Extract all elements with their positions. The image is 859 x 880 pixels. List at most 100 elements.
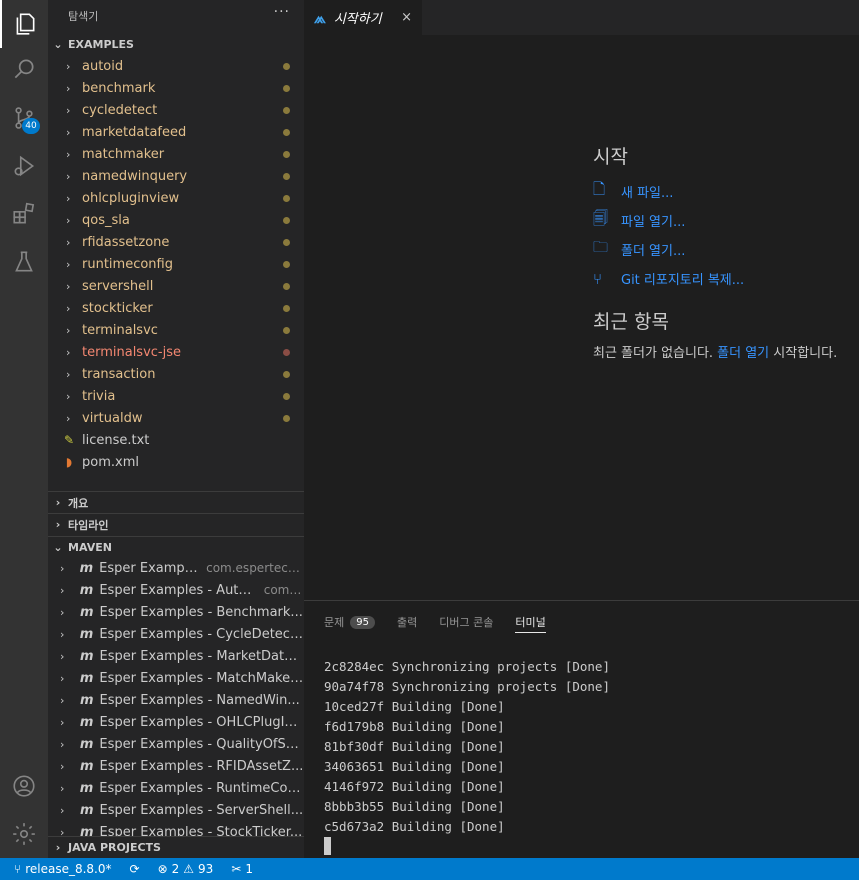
folder-label: stockticker [82,300,153,316]
chevron-right-icon: › [66,169,71,183]
status-dot [283,194,290,202]
folder-row[interactable]: › matchmaker [48,143,304,165]
tab-welcome[interactable]: ⩕ 시작하기 × [304,0,422,35]
settings-gear-icon[interactable] [0,810,48,858]
link-label: 새 파일... [621,186,674,201]
maven-section-header[interactable]: ⌄ MAVEN [48,536,304,558]
more-actions-icon[interactable]: ··· [274,4,290,20]
explorer-icon[interactable] [0,0,48,48]
open-file-link[interactable]: 🗐 파일 열기... [593,206,837,235]
status-dot [283,348,290,356]
java-projects-section-header[interactable]: › JAVA PROJECTS [48,836,304,858]
new-file-link[interactable]: 🗋 새 파일... [593,177,837,206]
tab-problems[interactable]: 문제 95 [324,611,375,633]
maven-project-row[interactable]: › m Esper Examples - MatchMaker... [48,667,304,689]
folder-label: terminalsvc-jse [82,344,181,360]
status-dot [283,304,290,312]
error-count: 2 [171,862,180,876]
maven-project-name: Esper Examples - RFIDAssetZ... [99,758,304,774]
problems-count-badge: 95 [350,615,375,629]
status-dot [283,172,290,180]
terminal-line: c5d673a2 Building [Done] [324,819,505,834]
folder-row[interactable]: › benchmark [48,77,304,99]
open-folder-link[interactable]: 🗀 폴더 열기... [593,235,837,264]
folder-row[interactable]: › transaction [48,363,304,385]
outline-section-header[interactable]: › 개요 [48,491,304,513]
tools-count: 1 [245,862,254,876]
open-folder-inline-link[interactable]: 폴더 열기 [717,346,769,361]
status-dot [283,128,290,136]
clone-git-link[interactable]: ⑂ Git 리포지토리 복제... [593,264,837,293]
folder-row[interactable]: › qos_sla [48,209,304,231]
terminal-cursor [324,837,331,855]
chevron-right-icon: › [60,627,65,641]
tools-status[interactable]: ✂ 1 [231,862,253,876]
account-icon[interactable] [0,762,48,810]
status-dot [283,370,290,378]
folder-row[interactable]: › ohlcpluginview [48,187,304,209]
folder-row[interactable]: › autoid [48,55,304,77]
folder-label: transaction [82,366,156,382]
maven-project-row[interactable]: › m Esper Examples - ServerShell... [48,799,304,821]
chevron-right-icon: › [66,81,71,95]
new-file-icon: 🗋 [593,180,606,198]
maven-icon: m [79,648,94,664]
folder-row[interactable]: › runtimeconfig [48,253,304,275]
maven-project-row[interactable]: › m Esper Examples - OHLCPlugIn... [48,711,304,733]
terminal-output[interactable]: 2c8284ec Synchronizing projects [Done] 90… [324,657,610,837]
explorer-root-header[interactable]: ⌄ EXAMPLES [48,33,304,55]
terminal-line: 81bf30df Building [Done] [324,739,505,754]
maven-icon: m [79,626,94,642]
file-label: license.txt [82,432,150,448]
maven-project-row[interactable]: › m Esper Examples - Benchmark... [48,601,304,623]
folder-row[interactable]: › servershell [48,275,304,297]
maven-icon: m [79,714,94,730]
tab-output[interactable]: 출력 [397,611,417,633]
maven-project-name: Esper Examples - CycleDetect... [99,626,304,642]
editor-area: 시작 🗋 새 파일... 🗐 파일 열기... 🗀 폴더 열기... ⑂ Git… [304,35,859,600]
folder-row[interactable]: › trivia [48,385,304,407]
tab-terminal[interactable]: 터미널 [515,611,546,633]
folder-row[interactable]: › terminalsvc [48,319,304,341]
folder-row[interactable]: › virtualdw [48,407,304,429]
maven-project-row[interactable]: › m Esper Examples - AutoID com.... [48,579,304,601]
folder-row[interactable]: › cycledetect [48,99,304,121]
maven-project-row[interactable]: › m Esper Examples - NamedWin... [48,689,304,711]
timeline-section-header[interactable]: › 타임라인 [48,513,304,535]
maven-project-row[interactable]: › m Esper Examples - RuntimeCon... [48,777,304,799]
folder-row[interactable]: › rfidassetzone [48,231,304,253]
sync-status[interactable]: ⟳ [130,862,140,876]
maven-icon: m [79,670,94,686]
problems-status[interactable]: ⊗ 2 ⚠ 93 [158,862,214,876]
maven-project-name: Esper Examples - MatchMaker... [99,670,304,686]
extensions-icon[interactable] [0,190,48,238]
testing-icon[interactable] [0,238,48,286]
search-icon[interactable] [0,45,48,93]
source-control-icon[interactable] [0,94,48,142]
maven-project-row[interactable]: › m Esper Examples com.espertech... [48,557,304,579]
folder-label: servershell [82,278,154,294]
bottom-panel: 문제 95 출력 디버그 콘솔 터미널 2c8284ec Synchronizi… [304,600,859,858]
folder-row[interactable]: › stockticker [48,297,304,319]
file-row-pom[interactable]: ◗ pom.xml [48,451,304,473]
maven-project-row[interactable]: › m Esper Examples - MarketData... [48,645,304,667]
chevron-right-icon: › [60,583,65,597]
folder-label: qos_sla [82,212,130,228]
close-icon[interactable]: × [401,10,412,25]
folder-row[interactable]: › namedwinquery [48,165,304,187]
tab-label: 출력 [396,616,418,629]
maven-project-row[interactable]: › m Esper Examples - QualityOfSe... [48,733,304,755]
folder-row[interactable]: › terminalsvc-jse [48,341,304,363]
file-row-license[interactable]: ✎ license.txt [48,429,304,451]
tab-debug-console[interactable]: 디버그 콘솔 [439,611,493,633]
maven-project-row[interactable]: › m Esper Examples - CycleDetect... [48,623,304,645]
status-dot [283,414,290,422]
explorer-root-label: EXAMPLES [68,37,134,51]
link-label: Git 리포지토리 복제... [621,273,745,288]
branch-status[interactable]: ⑂ release_8.8.0* [14,862,112,876]
status-dot [283,326,290,334]
maven-project-row[interactable]: › m Esper Examples - RFIDAssetZ... [48,755,304,777]
run-debug-icon[interactable] [0,142,48,190]
folder-row[interactable]: › marketdatafeed [48,121,304,143]
explorer-title: 탐색기 [68,10,99,23]
